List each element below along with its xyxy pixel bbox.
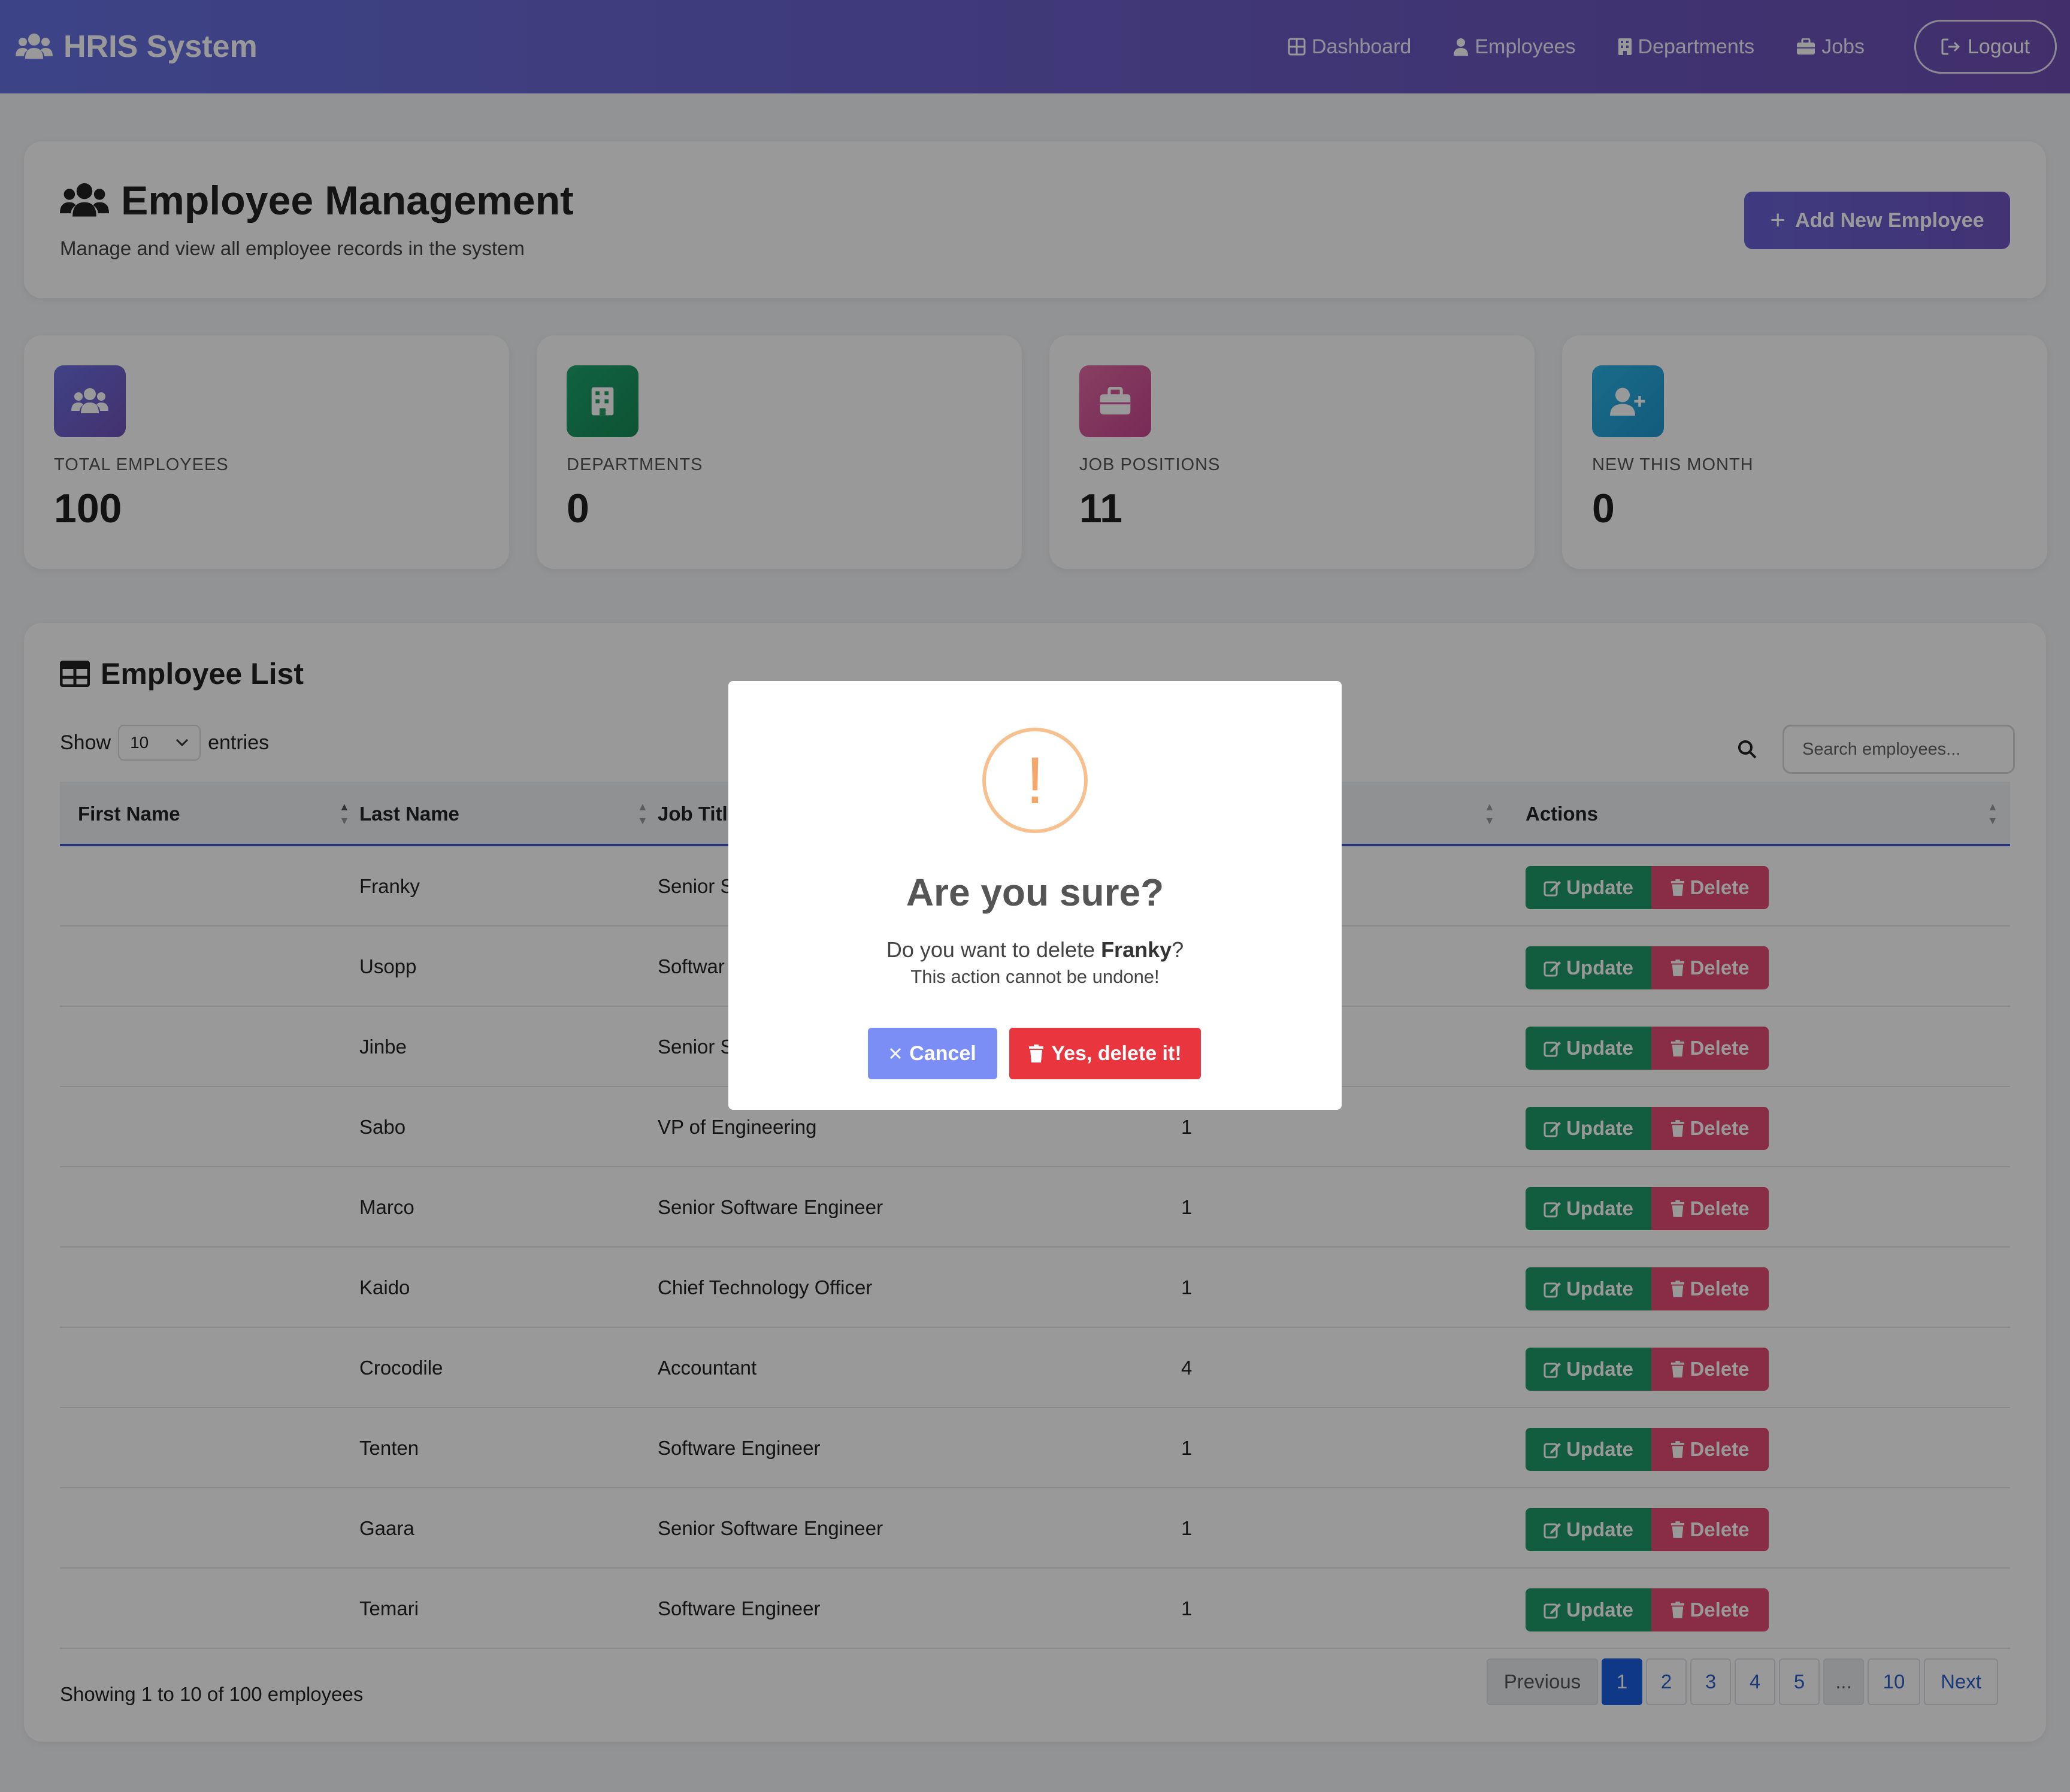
delete-confirm-dialog: ! Are you sure? Do you want to delete Fr…: [728, 681, 1342, 1110]
dialog-message-suffix: ?: [1172, 937, 1184, 962]
warning-icon: !: [982, 728, 1088, 833]
trash-icon: [1029, 1045, 1044, 1063]
dialog-warning: This action cannot be undone!: [910, 966, 1160, 987]
dialog-actions: Cancel Yes, delete it!: [868, 1028, 1201, 1079]
cancel-label: Cancel: [909, 1042, 976, 1065]
dialog-message: Do you want to delete Franky?: [728, 937, 1342, 962]
cancel-button[interactable]: Cancel: [868, 1028, 997, 1079]
dialog-message-prefix: Do you want to delete: [886, 937, 1101, 962]
close-icon: [890, 1048, 901, 1060]
dialog-title: Are you sure?: [906, 871, 1164, 914]
confirm-delete-button[interactable]: Yes, delete it!: [1009, 1028, 1201, 1079]
confirm-label: Yes, delete it!: [1051, 1042, 1182, 1065]
dialog-target-name: Franky: [1101, 937, 1172, 962]
